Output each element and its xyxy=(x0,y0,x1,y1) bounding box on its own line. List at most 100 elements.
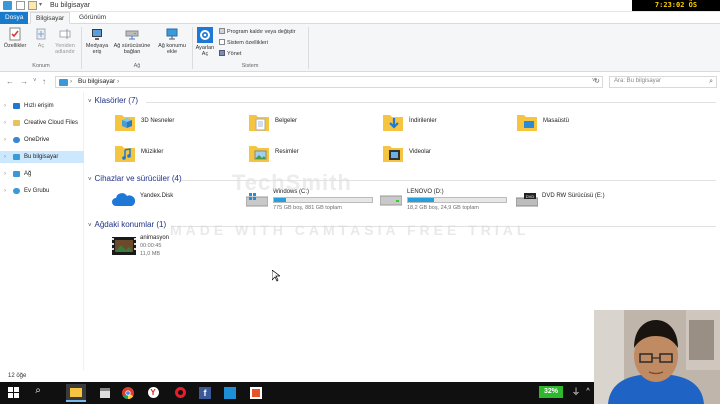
taskbar-opera[interactable] xyxy=(172,385,188,401)
system-properties-item[interactable]: Sistem özellikleri xyxy=(219,39,268,47)
app-icon xyxy=(224,387,236,399)
ribbon-separator xyxy=(192,27,193,69)
quick-access-dropdown-icon[interactable]: ▾ xyxy=(39,1,45,10)
properties-quick-icon[interactable] xyxy=(16,1,25,10)
group-label-konum: Konum xyxy=(32,63,50,69)
folder-icon xyxy=(13,120,20,126)
videos-folder-icon xyxy=(382,143,404,163)
open-button[interactable]: Aç xyxy=(30,27,52,49)
address-path-box[interactable]: › Bu bilgisayar › ˅ xyxy=(55,76,603,88)
taskbar-chrome[interactable] xyxy=(120,385,136,401)
section-header-network-locations[interactable]: ˅ Ağdaki konumlar (1) xyxy=(88,220,166,229)
up-arrow-icon[interactable]: ↑ xyxy=(42,77,46,86)
drive-usage-bar xyxy=(273,197,373,203)
network-drive-icon xyxy=(125,27,139,41)
tab-computer[interactable]: Bilgisayar xyxy=(30,12,71,24)
dvd-drive-icon: DVD xyxy=(515,193,539,207)
this-pc-icon xyxy=(59,79,68,86)
expand-chevron-icon[interactable]: › xyxy=(4,134,6,146)
drive-usage-fill xyxy=(274,198,286,202)
nav-item-creative-cloud[interactable]: › Creative Cloud Files xyxy=(0,117,84,129)
collapse-chevron-icon[interactable]: ˅ xyxy=(88,223,92,229)
downloads-folder-icon xyxy=(382,112,404,132)
expand-chevron-icon[interactable]: › xyxy=(4,168,6,180)
forward-arrow-icon[interactable]: → xyxy=(20,77,28,86)
map-network-drive-button[interactable]: Ağ sürücüsüne bağlan xyxy=(112,27,152,55)
explorer-icon[interactable] xyxy=(3,1,12,10)
network-item-animasyon[interactable]: animasyon 00:00:45 11,0 MB xyxy=(112,235,222,263)
taskbar-file-explorer[interactable] xyxy=(66,384,86,402)
taskbar-yandex[interactable]: Y xyxy=(145,385,161,401)
nav-item-this-pc[interactable]: › Bu bilgisayar xyxy=(0,151,84,163)
recent-locations-chevron-icon[interactable]: ˅ xyxy=(33,78,37,84)
music-folder-icon xyxy=(114,143,136,163)
system-properties-icon xyxy=(219,39,225,45)
properties-button[interactable]: Özellikler xyxy=(3,27,27,49)
refresh-icon[interactable]: ↻ xyxy=(594,77,600,85)
network-location-icon xyxy=(165,27,179,41)
tab-file[interactable]: Dosya xyxy=(0,12,28,24)
homegroup-icon xyxy=(13,188,20,194)
path-separator-icon: › xyxy=(117,78,120,85)
back-arrow-icon[interactable]: ← xyxy=(6,77,14,86)
techsmith-watermark: TechSmith xyxy=(232,170,352,195)
cloud-icon xyxy=(13,137,20,143)
expand-chevron-icon[interactable]: › xyxy=(4,117,6,129)
3d-objects-folder-icon xyxy=(114,112,136,132)
media-access-button[interactable]: Medyaya eriş xyxy=(84,27,110,55)
item-count: 12 öğe xyxy=(8,373,27,379)
yandex-icon: Y xyxy=(147,387,159,398)
ribbon-tabs: Dosya Bilgisayar Görünüm xyxy=(0,12,720,24)
rename-button[interactable]: Yeniden adlandır xyxy=(52,27,78,55)
taskbar-camtasia[interactable] xyxy=(248,385,264,401)
nav-item-quick-access[interactable]: › Hızlı erişim xyxy=(0,100,84,112)
mouse-cursor-icon xyxy=(271,269,282,282)
hard-drive-icon xyxy=(379,194,403,206)
facebook-icon: f xyxy=(199,387,211,399)
nav-item-network[interactable]: › Ağ xyxy=(0,168,84,180)
taskbar-facebook[interactable]: f xyxy=(197,385,213,401)
collapse-chevron-icon[interactable]: ˅ xyxy=(88,99,92,105)
folder-documents[interactable]: Belgeler xyxy=(248,112,378,142)
nav-item-homegroup[interactable]: › Ev Grubu xyxy=(0,185,84,197)
folder-3d-objects[interactable]: 3D Nesneler xyxy=(114,112,244,142)
camtasia-trial-watermark: MADE WITH CAMTASIA FREE TRIAL xyxy=(170,222,530,238)
store-bag-icon xyxy=(100,388,110,398)
drive-yandex-disk[interactable]: Yandex.Disk xyxy=(112,191,232,221)
manage-item[interactable]: Yönet xyxy=(219,50,241,58)
taskbar-app[interactable] xyxy=(222,385,238,401)
open-settings-button[interactable]: Ayarları Aç xyxy=(194,27,216,57)
drive-lenovo-d[interactable]: LENOVO (D:) 18,2 GB boş, 24,9 GB toplam xyxy=(379,189,510,219)
expand-chevron-icon[interactable]: › xyxy=(4,185,6,197)
battery-indicator[interactable]: 32% xyxy=(539,386,563,398)
folder-videos[interactable]: Videolar xyxy=(382,143,512,173)
nav-item-onedrive[interactable]: › OneDrive xyxy=(0,134,84,146)
uninstall-program-item[interactable]: Program kaldır veya değiştir xyxy=(219,28,295,36)
search-icon[interactable]: ⌕ xyxy=(30,385,46,401)
folder-music[interactable]: Müzikler xyxy=(114,143,244,173)
address-bar: ← → ˅ ↑ › Bu bilgisayar › ˅ ↻ Ara: Bu bi… xyxy=(0,74,720,90)
drive-usage-bar xyxy=(407,197,507,203)
group-label-sistem: Sistem xyxy=(241,63,259,69)
tab-view[interactable]: Görünüm xyxy=(74,12,111,24)
section-header-folders[interactable]: ˅ Klasörler (7) xyxy=(88,96,138,105)
taskbar-store[interactable] xyxy=(97,385,113,401)
section-header-devices[interactable]: ˅ Cihazlar ve sürücüler (4) xyxy=(88,174,182,183)
expand-chevron-icon[interactable]: › xyxy=(4,100,6,112)
collapse-chevron-icon[interactable]: ˅ xyxy=(88,177,92,183)
folder-pictures[interactable]: Resimler xyxy=(248,143,378,173)
folder-desktop[interactable]: Masaüstü xyxy=(516,112,646,142)
drive-dvd-e[interactable]: DVD DVD RW Sürücüsü (E:) xyxy=(515,191,646,221)
path-separator-icon: › xyxy=(70,78,73,85)
search-input[interactable]: Ara: Bu bilgisayar ⌕ xyxy=(609,76,717,88)
expand-chevron-icon[interactable]: › xyxy=(4,151,6,163)
open-icon xyxy=(34,27,48,41)
add-network-location-button[interactable]: Ağ konumu ekle xyxy=(156,27,188,55)
folder-downloads[interactable]: İndirilenler xyxy=(382,112,512,142)
title-bar: ▾ Bu bilgisayar xyxy=(0,0,720,12)
start-windows-icon[interactable] xyxy=(6,385,22,401)
pictures-folder-icon xyxy=(248,143,270,163)
search-placeholder: Ara: Bu bilgisayar xyxy=(614,78,662,84)
new-folder-quick-icon[interactable] xyxy=(28,1,37,10)
camtasia-icon xyxy=(250,387,262,399)
